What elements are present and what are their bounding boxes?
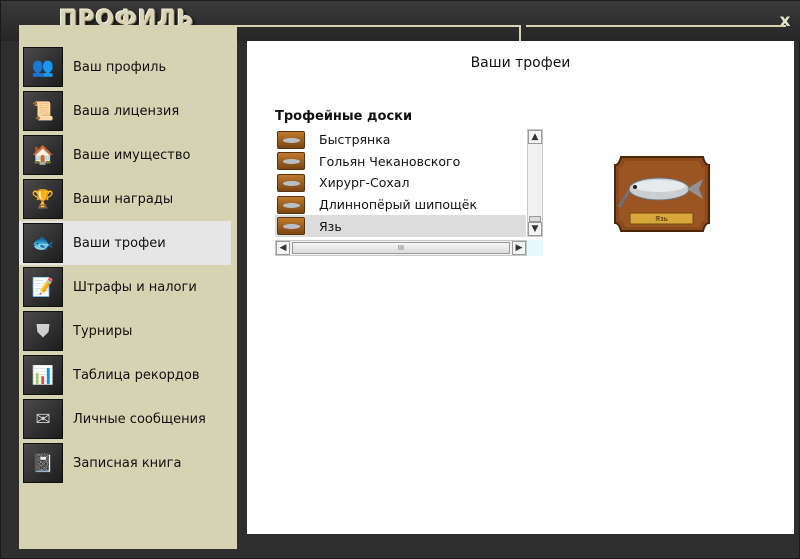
- sidebar-item-property[interactable]: 🏠 Ваше имущество: [19, 133, 231, 177]
- trophy-list: Быстрянка Гольян Чекановского Хирург-Сох…: [275, 129, 526, 237]
- horizontal-scrollbar[interactable]: ◀ III ▶: [275, 240, 527, 256]
- scroll-down-icon[interactable]: ▼: [528, 222, 542, 236]
- envelope-icon: ✉: [23, 399, 63, 439]
- scrollbar-corner: [527, 240, 543, 256]
- sidebar-item-records[interactable]: 📊 Таблица рекордов: [19, 353, 231, 397]
- scroll-up-icon[interactable]: ▲: [528, 130, 542, 144]
- list-item[interactable]: Гольян Чекановского: [275, 151, 526, 173]
- sidebar-item-notebook[interactable]: 📓 Записная книга: [19, 441, 231, 485]
- sidebar-item-fines[interactable]: 📝 Штрафы и налоги: [19, 265, 231, 309]
- list-item-label: Хирург-Сохал: [319, 175, 410, 191]
- scroll-right-icon[interactable]: ▶: [512, 241, 526, 255]
- fish-plaque-icon: [277, 130, 305, 149]
- list-item[interactable]: Длиннопёрый шипощёк: [275, 194, 526, 216]
- fish-trophy-icon: 🐟: [23, 223, 63, 263]
- trophy-plaque-image: Язь: [613, 155, 711, 233]
- tournament-emblem-icon: ⛊: [23, 311, 63, 351]
- list-item-label: Длиннопёрый шипощёк: [319, 197, 478, 213]
- bar-chart-icon: 📊: [23, 355, 63, 395]
- list-item-label: Язь: [319, 218, 342, 234]
- sidebar-item-label: Ваши награды: [73, 191, 174, 207]
- list-item-selected[interactable]: Язь: [275, 215, 526, 237]
- sidebar-item-awards[interactable]: 🏆 Ваши награды: [19, 177, 231, 221]
- notebook-icon: 📓: [23, 443, 63, 483]
- fish-plaque-icon: [277, 173, 305, 192]
- list-item[interactable]: Быстрянка: [275, 129, 526, 151]
- trophy-cup-icon: 🏆: [23, 179, 63, 219]
- sidebar-item-label: Личные сообщения: [73, 411, 206, 427]
- sidebar-item-label: Таблица рекордов: [73, 367, 200, 383]
- section-title: Трофейные доски: [275, 109, 413, 124]
- sidebar-item-trophies[interactable]: 🐟 Ваши трофеи: [19, 221, 231, 265]
- page-title: Ваши трофеи: [470, 55, 571, 71]
- sidebar-item-profile[interactable]: 👥 Ваш профиль: [19, 45, 231, 89]
- sidebar-item-tournaments[interactable]: ⛊ Турниры: [19, 309, 231, 353]
- sidebar-item-label: Штрафы и налоги: [73, 279, 197, 295]
- sidebar-item-label: Турниры: [73, 323, 133, 339]
- list-item-label: Гольян Чекановского: [319, 153, 461, 169]
- sidebar-item-label: Записная книга: [73, 455, 182, 471]
- list-item-label: Быстрянка: [319, 132, 391, 148]
- list-item[interactable]: Хирург-Сохал: [275, 172, 526, 194]
- fish-plaque-icon: [277, 195, 305, 214]
- trophy-boards-listbox: Быстрянка Гольян Чекановского Хирург-Сох…: [275, 129, 543, 257]
- fish-plaque-icon: [277, 217, 305, 236]
- document-pen-icon: 📝: [23, 267, 63, 307]
- sidebar: 👥 Ваш профиль 📜 Ваша лицензия 🏠 Ваше иму…: [19, 25, 237, 549]
- profile-window: ПРОФИЛЬ x 👥 Ваш профиль 📜 Ваша лицензия …: [0, 0, 800, 559]
- fish-plaque-icon: [277, 152, 305, 171]
- scroll-left-icon[interactable]: ◀: [276, 241, 290, 255]
- scroll-thumb-grip[interactable]: III: [292, 242, 510, 254]
- sidebar-item-messages[interactable]: ✉ Личные сообщения: [19, 397, 231, 441]
- sidebar-item-label: Ваша лицензия: [73, 103, 180, 119]
- frame-divider: [526, 25, 786, 27]
- plaque-label: Язь: [655, 215, 668, 223]
- vertical-scrollbar[interactable]: ▲ ▼: [527, 129, 543, 237]
- sidebar-item-license[interactable]: 📜 Ваша лицензия: [19, 89, 231, 133]
- house-icon: 🏠: [23, 135, 63, 175]
- sidebar-item-label: Ваш профиль: [73, 59, 167, 75]
- sidebar-item-label: Ваши трофеи: [73, 235, 166, 251]
- frame-divider: [237, 25, 521, 27]
- people-icon: 👥: [23, 47, 63, 87]
- frame-divider: [519, 25, 521, 41]
- sidebar-item-label: Ваше имущество: [73, 147, 191, 163]
- license-icon: 📜: [23, 91, 63, 131]
- trophies-panel: Ваши трофеи Трофейные доски Быстрянка Го…: [247, 41, 794, 534]
